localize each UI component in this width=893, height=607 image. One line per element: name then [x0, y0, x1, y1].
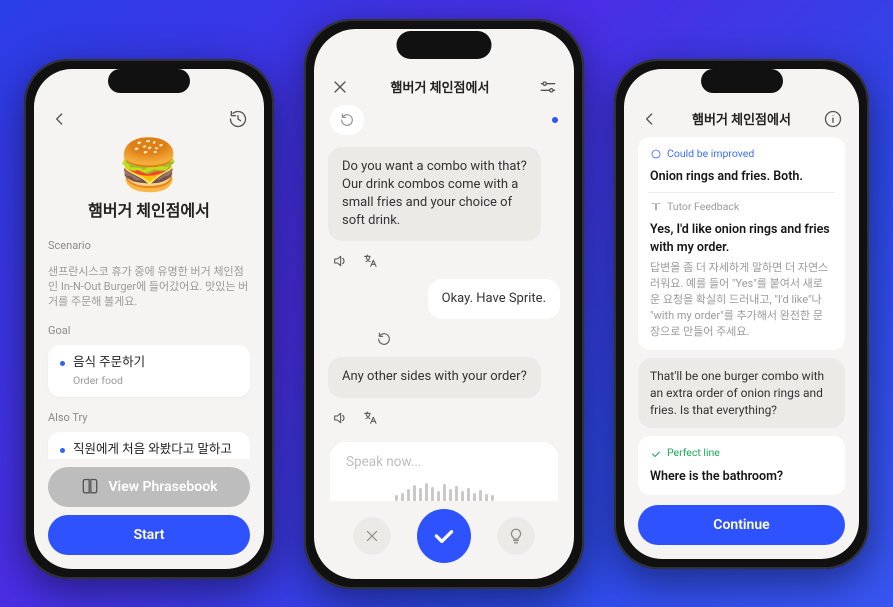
info-icon[interactable] [823, 109, 843, 129]
bot-message: Do you want a combo with that? Our drink… [328, 147, 541, 242]
message-actions [328, 249, 560, 271]
could-improve-tag: Could be improved [650, 147, 754, 162]
burger-emoji-icon: 🍔 [48, 141, 250, 191]
perfect-tag: Perfect line [650, 446, 720, 461]
also-try-primary: 직원에게 처음 와봤다고 말하고 메뉴에 대해 물어보세요 [73, 442, 238, 458]
device-notch [108, 69, 190, 93]
confirm-speech-button[interactable] [417, 509, 471, 563]
back-icon[interactable] [640, 109, 660, 129]
device-notch [701, 69, 783, 93]
phone-conversation: 햄버거 체인점에서 Do you want a combo with that?… [304, 19, 584, 589]
hint-button[interactable] [497, 517, 535, 555]
close-icon[interactable] [330, 77, 350, 97]
list-item: 직원에게 처음 와봤다고 말하고 메뉴에 대해 물어보세요 Tell the c… [60, 442, 238, 458]
book-icon [80, 477, 100, 497]
translate-icon[interactable] [362, 410, 378, 426]
could-improve-label: Could be improved [667, 147, 754, 162]
bot-message: Any other sides with your order? [328, 357, 541, 397]
back-icon[interactable] [50, 109, 70, 129]
user-line-original: Onion rings and fries. Both. [650, 168, 833, 186]
scenario-label: Scenario [48, 239, 250, 252]
cancel-speech-button[interactable] [353, 517, 391, 555]
progress-indicator [328, 105, 560, 139]
also-try-card[interactable]: 직원에게 처음 와봤다고 말하고 메뉴에 대해 물어보세요 Tell the c… [48, 432, 250, 458]
scenario-content: 🍔 햄버거 체인점에서 Scenario 샌프란시스코 휴가 중에 유명한 버거… [34, 137, 264, 459]
waveform-icon [346, 480, 542, 501]
also-try-label: Also Try [48, 411, 250, 424]
phone-scenario-setup: 🍔 햄버거 체인점에서 Scenario 샌프란시스코 휴가 중에 유명한 버거… [24, 59, 274, 579]
phrasebook-label: View Phrasebook [108, 479, 217, 495]
user-message: Okay. Have Sprite. [428, 279, 560, 319]
user-message-actions [328, 327, 560, 349]
continue-label: Continue [713, 517, 769, 533]
perfect-label: Perfect line [667, 446, 720, 461]
speech-placeholder: Speak now... [346, 454, 421, 470]
goal-primary: 음식 주문하기 [73, 355, 238, 372]
scenario-description: 샌프란시스코 휴가 중에 유명한 버거 체인점인 In-N-Out Burger… [48, 264, 250, 310]
chat-content: Do you want a combo with that? Our drink… [314, 105, 574, 501]
feedback-card: Could be improved Onion rings and fries.… [638, 137, 845, 350]
scenario-hero: 🍔 햄버거 체인점에서 [48, 137, 250, 225]
translate-icon[interactable] [362, 253, 378, 269]
retry-icon[interactable] [376, 331, 392, 347]
tutor-feedback-tag: Tutor Feedback [650, 200, 739, 215]
message-actions [328, 406, 560, 428]
phone-feedback: 햄버거 체인점에서 Could be improved Onion rings … [614, 59, 869, 569]
bottom-buttons: View Phrasebook Start [34, 459, 264, 569]
device-notch [397, 31, 492, 59]
suggested-line: Yes, I'd like onion rings and fries with… [650, 221, 833, 256]
header-right [530, 77, 558, 97]
view-phrasebook-button[interactable]: View Phrasebook [48, 467, 250, 507]
divider [648, 192, 835, 193]
speaker-icon[interactable] [332, 253, 348, 269]
replay-icon[interactable] [330, 105, 364, 135]
perfect-card: Perfect line Where is the bathroom? [638, 436, 845, 495]
screen: 햄버거 체인점에서 Do you want a combo with that?… [314, 29, 574, 579]
feedback-explanation: 답변을 좀 더 자세하게 말하면 더 자연스러워요. 예를 들어 "Yes"를 … [650, 260, 833, 340]
perfect-line-text: Where is the bathroom? [650, 468, 833, 486]
header-title: 햄버거 체인점에서 [660, 109, 823, 128]
speech-input[interactable]: Speak now... [330, 442, 558, 501]
scenario-title: 햄버거 체인점에서 [48, 197, 250, 221]
feedback-content: Could be improved Onion rings and fries.… [624, 137, 859, 497]
screen: 햄버거 체인점에서 Could be improved Onion rings … [624, 69, 859, 559]
goal-secondary: Order food [73, 374, 238, 388]
continue-button[interactable]: Continue [638, 505, 845, 545]
bot-message: That'll be one burger combo with an extr… [638, 358, 845, 428]
header-title: 햄버거 체인점에서 [350, 77, 530, 96]
dot-icon [552, 117, 558, 123]
settings-sliders-icon[interactable] [538, 77, 558, 97]
goal-row: 음식 주문하기 Order food [60, 355, 238, 388]
speaker-icon[interactable] [332, 410, 348, 426]
goal-label: Goal [48, 324, 250, 337]
history-icon[interactable] [228, 109, 248, 129]
bottom-buttons: Continue [624, 497, 859, 559]
speech-controls [314, 501, 574, 579]
tutor-feedback-label: Tutor Feedback [667, 200, 739, 215]
goal-card[interactable]: 음식 주문하기 Order food [48, 345, 250, 398]
screen: 🍔 햄버거 체인점에서 Scenario 샌프란시스코 휴가 중에 유명한 버거… [34, 69, 264, 569]
start-button[interactable]: Start [48, 515, 250, 555]
start-label: Start [134, 527, 165, 543]
